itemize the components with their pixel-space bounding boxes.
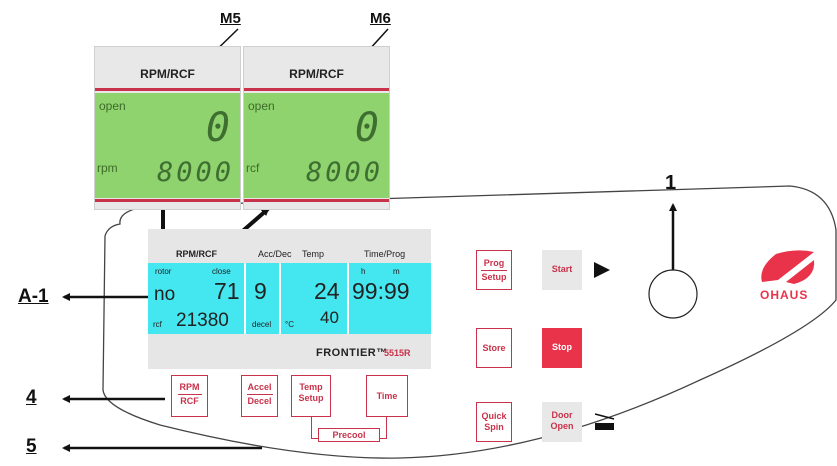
button-label: Time (376, 391, 398, 401)
button-label: Decel (247, 396, 272, 406)
button-divider (177, 394, 202, 395)
accel-value: 9 (254, 278, 267, 304)
lcd-top-value: 0 (205, 105, 230, 151)
lcd-open-status: open (99, 99, 126, 113)
callout-m5: M5 (220, 10, 241, 27)
rcf-label: rcf (153, 320, 162, 329)
button-label: Setup (481, 272, 507, 282)
lcd-unit: rpm (97, 161, 118, 175)
brand-frontier: FRONTIER™ (316, 347, 388, 359)
display-separator (347, 263, 349, 334)
button-label: Door (551, 410, 573, 420)
ohaus-logo-mark (761, 250, 815, 284)
inset-screen-rcf: RPM/RCF open 0 rcf 8000 (243, 46, 390, 210)
inset-lcd: open 0 rpm 8000 (95, 93, 240, 198)
callout-1: 1 (665, 172, 677, 194)
button-label: Prog (483, 258, 505, 268)
button-label: Quick (481, 411, 507, 421)
stop-button[interactable]: Stop (542, 328, 582, 368)
hours-label: h (361, 267, 366, 276)
lcd-top-value: 0 (354, 105, 379, 151)
inset-screen-rpm: RPM/RCF open 0 rpm 8000 (94, 46, 241, 210)
header-temp: Temp (302, 249, 325, 259)
button-label: Temp (299, 382, 323, 392)
rcf-value: 21380 (176, 310, 229, 331)
precool-button[interactable]: Precool (318, 428, 380, 442)
button-divider (246, 394, 273, 395)
button-label: Spin (484, 422, 504, 432)
lcd-speed: 8000 (305, 157, 383, 188)
brand-model: 5515R (384, 348, 411, 358)
button-label: RCF (180, 396, 199, 406)
close-label: close (212, 267, 231, 276)
inset-title: RPM/RCF (289, 67, 344, 81)
store-button[interactable]: Store (476, 328, 512, 368)
header-acc-dec: Acc/Dec (258, 249, 292, 259)
button-label: Start (551, 264, 573, 274)
header-rpm-rcf: RPM/RCF (176, 249, 217, 259)
callout-4: 4 (26, 387, 37, 408)
lcd-unit: rcf (246, 161, 260, 175)
header-time-prog: Time/Prog (364, 249, 406, 259)
temp-value: 24 (314, 278, 340, 304)
accel-decel-button[interactable]: Accel Decel (241, 375, 278, 417)
button-label: Stop (552, 342, 572, 352)
start-play-icon (594, 262, 610, 278)
quick-spin-button[interactable]: Quick Spin (476, 402, 512, 442)
inset-lcd: open 0 rcf 8000 (244, 93, 389, 198)
door-open-icon (594, 413, 615, 430)
button-label: Accel (247, 382, 272, 392)
lcd-open-status: open (248, 99, 275, 113)
button-divider (481, 270, 507, 271)
display-separator (244, 263, 246, 334)
time-value: 99:99 (352, 278, 410, 304)
ohaus-logo-text: OHAUS (760, 288, 809, 302)
rpm-rcf-button[interactable]: RPM RCF (171, 375, 208, 417)
inset-redline-top (244, 88, 389, 91)
button-label: Open (550, 421, 574, 431)
prog-setup-button[interactable]: Prog Setup (476, 250, 512, 290)
door-open-button[interactable]: Door Open (542, 402, 582, 442)
inset-redline-bottom (244, 199, 389, 202)
button-label: RPM (179, 382, 200, 392)
decel-label: decel (252, 320, 272, 329)
temp-set: 40 (320, 308, 339, 327)
button-label: Setup (298, 393, 324, 403)
temp-setup-button[interactable]: Temp Setup (291, 375, 331, 417)
callout-m6: M6 (370, 10, 391, 27)
button-label: Store (482, 343, 506, 353)
rotor-value: no (154, 284, 176, 305)
temp-unit: °C (285, 320, 294, 329)
display-separator (279, 263, 281, 334)
lcd-speed: 8000 (156, 157, 234, 188)
minutes-label: m (393, 267, 400, 276)
start-button[interactable]: Start (542, 250, 582, 290)
rotor-label: rotor (155, 267, 172, 276)
inset-redline-bottom (95, 199, 240, 202)
inset-title: RPM/RCF (140, 67, 195, 81)
time-button[interactable]: Time (366, 375, 408, 417)
knob-circle (648, 269, 698, 319)
callout-a1: A-1 (18, 286, 49, 307)
button-label: Precool (332, 430, 366, 440)
callout-5: 5 (26, 436, 37, 457)
speed-value: 71 (214, 278, 240, 304)
inset-redline-top (95, 88, 240, 91)
